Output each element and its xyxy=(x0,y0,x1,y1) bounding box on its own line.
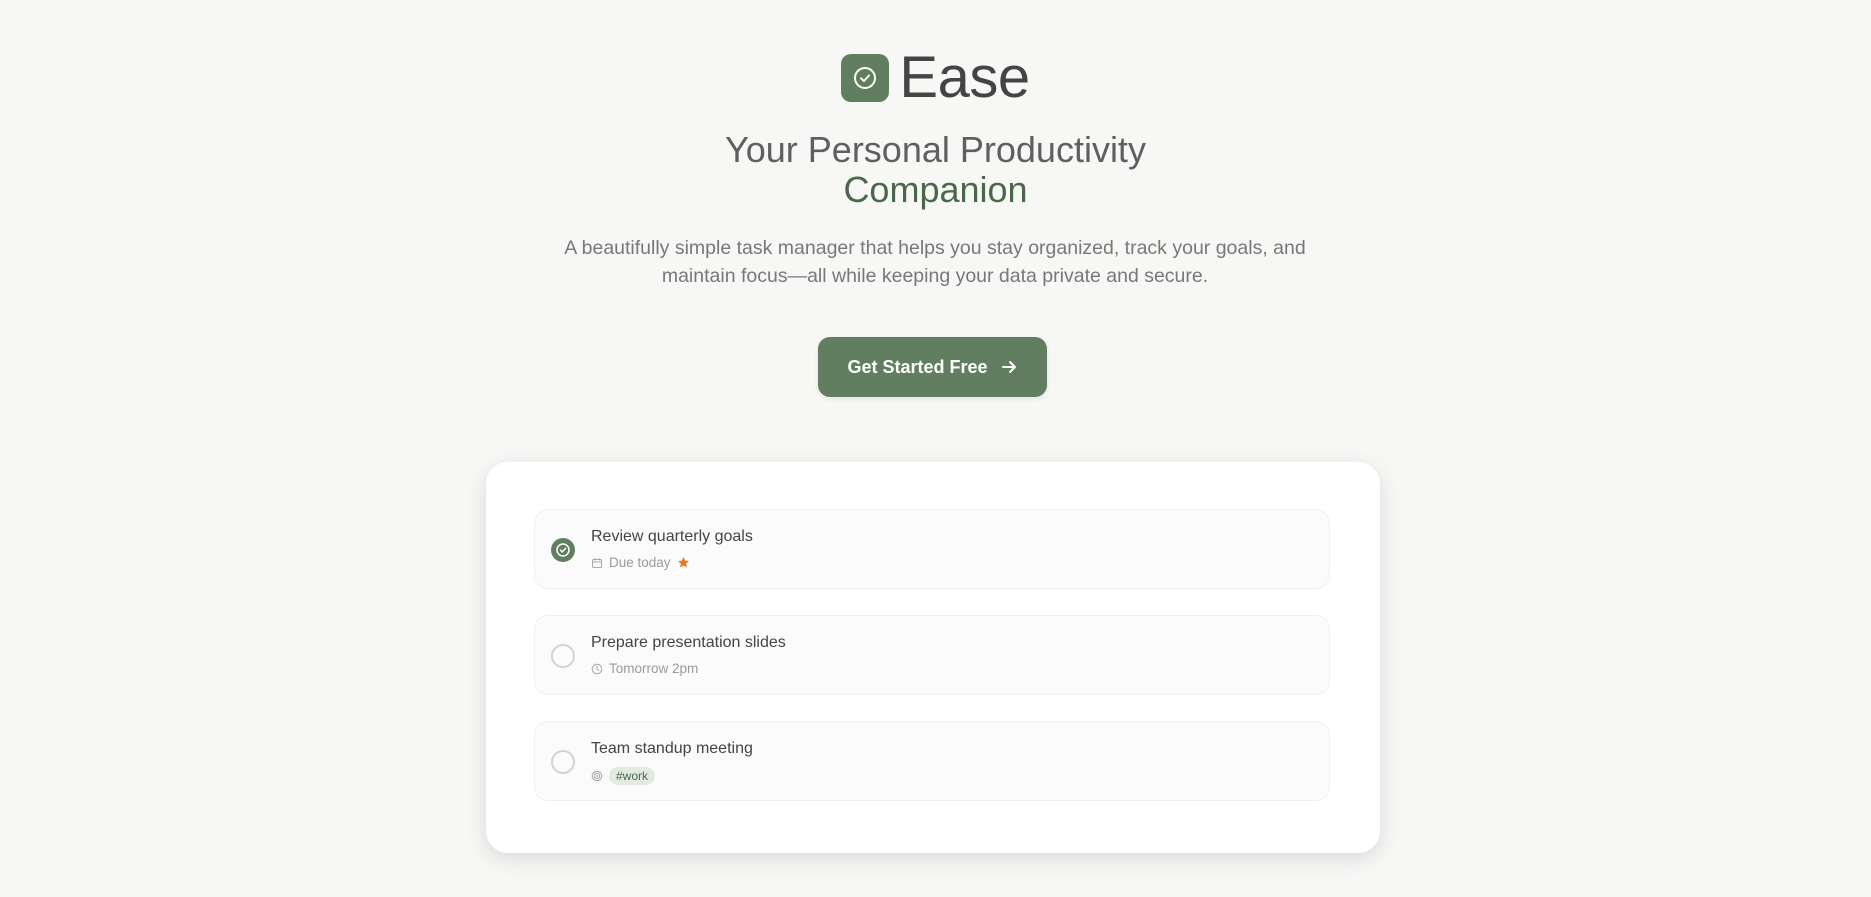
task-preview-card: Review quarterly goals Due today Prepare… xyxy=(486,462,1380,853)
brand-name: Ease xyxy=(899,45,1030,110)
due-text: Due today xyxy=(609,555,671,570)
star-icon xyxy=(677,556,690,569)
logo xyxy=(841,54,890,102)
task-title: Review quarterly goals xyxy=(591,528,753,545)
tag-badge[interactable]: #work xyxy=(609,767,656,785)
target-icon xyxy=(591,770,603,782)
task-item[interactable]: Review quarterly goals Due today xyxy=(534,509,1330,589)
arrow-right-icon xyxy=(1000,358,1018,376)
task-meta: Tomorrow 2pm xyxy=(591,661,698,676)
get-started-label: Get Started Free xyxy=(847,356,988,377)
task-item[interactable]: Team standup meeting #work xyxy=(534,721,1330,801)
get-started-button[interactable]: Get Started Free xyxy=(818,337,1047,397)
task-meta: #work xyxy=(591,767,656,785)
calendar-icon xyxy=(591,557,603,569)
task-title: Team standup meeting xyxy=(591,740,753,757)
task-meta: Due today xyxy=(591,555,690,570)
headline-line-2: Companion xyxy=(843,169,1028,210)
subtitle-line-1: A beautifully simple task manager that h… xyxy=(564,237,1306,259)
task-title: Prepare presentation slides xyxy=(591,634,786,651)
task-item[interactable]: Prepare presentation slides Tomorrow 2pm xyxy=(534,615,1330,695)
brand: Ease xyxy=(0,46,1871,110)
task-checkbox-checked[interactable] xyxy=(551,538,575,562)
subtitle: A beautifully simple task manager that h… xyxy=(535,234,1335,290)
clock-icon xyxy=(591,663,603,675)
headline-line-1: Your Personal Productivity xyxy=(725,129,1146,170)
task-checkbox[interactable] xyxy=(551,644,575,668)
time-text: Tomorrow 2pm xyxy=(609,661,699,676)
check-circle-icon xyxy=(852,65,878,91)
check-circle-icon xyxy=(555,542,571,558)
task-checkbox[interactable] xyxy=(551,750,575,774)
page-title: Your Personal Productivity Companion xyxy=(0,130,1871,210)
subtitle-line-2: maintain focus—all while keeping your da… xyxy=(661,265,1209,287)
